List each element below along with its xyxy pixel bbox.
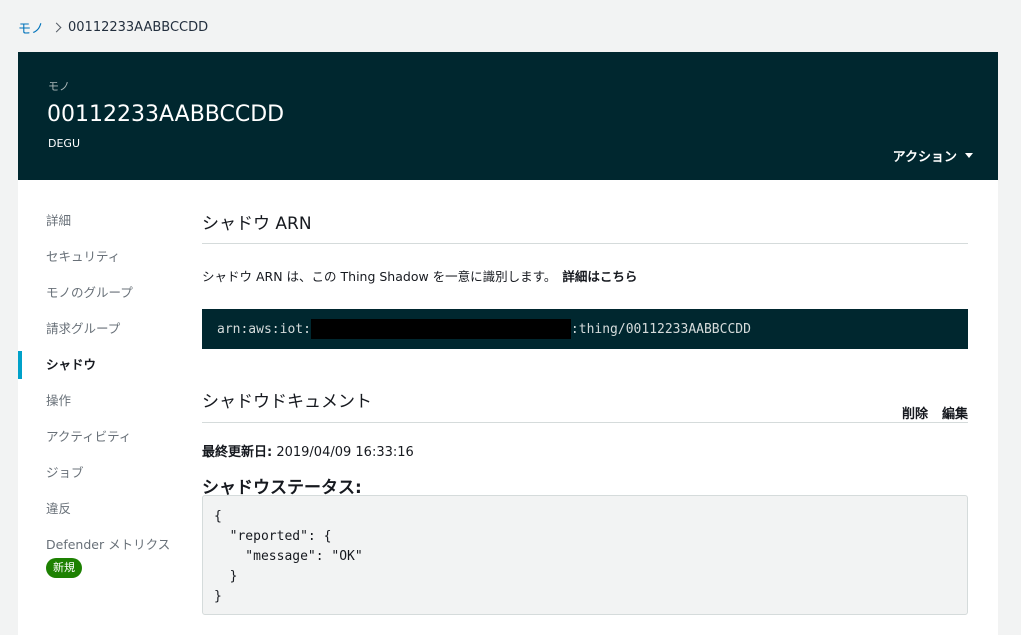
delete-button[interactable]: 削除 [902,403,928,422]
actions-label: アクション [892,150,957,165]
last-updated-key: 最終更新日: [202,445,273,460]
description-text: シャドウ ARN は、この Thing Shadow を一意に識別します。 [202,269,557,284]
caret-down-icon [965,153,973,158]
nav-item-details[interactable]: 詳細 [18,207,188,235]
chevron-right-icon [51,22,62,32]
nav-item-shadow[interactable]: シャドウ [18,351,188,379]
nav-item-violations[interactable]: 違反 [18,495,188,523]
header-label: モノ [48,80,70,93]
breadcrumb-current: 00112233AABBCCDD [68,19,209,35]
shadow-arn-title: シャドウ ARN [202,214,312,234]
arn-suffix: :thing/00112233AABBCCDD [570,321,751,337]
nav-item-activity[interactable]: アクティビティ [18,423,188,451]
arn-prefix: arn:aws:iot: [217,321,311,337]
redacted-account-id [310,319,571,339]
edit-button[interactable]: 編集 [942,403,968,422]
arn-code-box: arn:aws:iot: :thing/00112233AABBCCDD [202,309,968,349]
learn-more-link[interactable]: 詳細はこちら [562,269,637,284]
shadow-document-title: シャドウドキュメント [202,392,372,412]
nav-item-thing-groups[interactable]: モノのグループ [18,279,188,307]
nav-item-billing-groups[interactable]: 請求グループ [18,315,188,343]
content-card: 詳細 セキュリティ モノのグループ 請求グループ シャドウ 操作 アクティビティ… [18,180,998,635]
nav-item-jobs[interactable]: ジョブ [18,459,188,487]
nav-item-defender-metrics[interactable]: Defender メトリクス [18,531,188,559]
actions-dropdown[interactable]: アクション [893,146,973,165]
new-badge: 新規 [46,558,82,578]
divider [202,422,968,423]
nav-item-interact[interactable]: 操作 [18,387,188,415]
page-title: 00112233AABBCCDD [47,102,285,127]
page-header: モノ 00112233AABBCCDD DEGU アクション [18,52,998,180]
nav-item-security[interactable]: セキュリティ [18,243,188,271]
shadow-arn-description: シャドウ ARN は、この Thing Shadow を一意に識別します。 詳細は… [202,266,637,285]
thing-type: DEGU [48,137,80,150]
breadcrumb: モノ 00112233AABBCCDD [18,17,208,37]
breadcrumb-link-things[interactable]: モノ [18,18,44,37]
shadow-json-viewer: { "reported": { "message": "OK" } } [202,495,968,615]
last-updated-value: 2019/04/09 16:33:16 [276,445,414,460]
divider [202,243,968,244]
last-updated: 最終更新日: 2019/04/09 16:33:16 [202,441,414,460]
document-actions: 削除 編集 [902,403,968,422]
